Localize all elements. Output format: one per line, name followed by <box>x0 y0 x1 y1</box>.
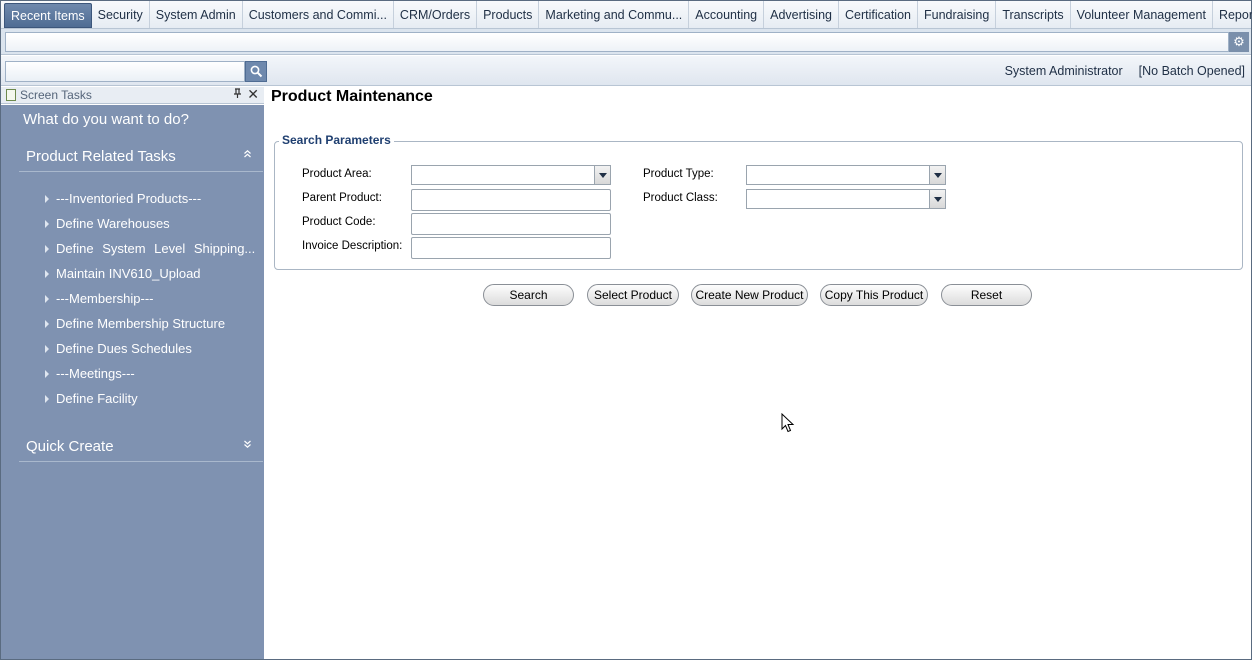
task-sidebar: What do you want to do? Product Related … <box>1 105 264 659</box>
tab-crm-orders[interactable]: CRM/Orders <box>394 1 478 28</box>
expand-arrow-icon <box>45 194 49 203</box>
document-icon <box>6 89 16 101</box>
expand-arrow-icon <box>45 244 49 253</box>
tab-fundraising[interactable]: Fundraising <box>918 1 997 28</box>
section-title: Product Related Tasks <box>26 148 176 165</box>
task-membership[interactable]: ---Membership--- <box>45 291 154 306</box>
task-define-dues-schedules[interactable]: Define Dues Schedules <box>45 341 192 356</box>
tab-reporting[interactable]: Reporting <box>1213 1 1252 28</box>
tab-products[interactable]: Products <box>477 1 540 28</box>
tab-security[interactable]: Security <box>92 1 150 28</box>
product-area-label: Product Area: <box>302 168 372 180</box>
toolbar: ⚙ <box>1 29 1251 55</box>
tab-certification[interactable]: Certification <box>839 1 918 28</box>
invoice-description-label: Invoice Description: <box>302 240 403 252</box>
product-class-label: Product Class: <box>643 192 718 204</box>
chevron-up-icon[interactable] <box>244 149 251 161</box>
batch-status[interactable]: [No Batch Opened] <box>1139 64 1245 78</box>
search-bar: System Administrator [No Batch Opened] <box>1 56 1251 86</box>
select-product-button[interactable]: Select Product <box>587 284 679 306</box>
product-code-label: Product Code: <box>302 216 376 228</box>
address-field[interactable] <box>5 32 1229 52</box>
reset-button[interactable]: Reset <box>941 284 1032 306</box>
search-icon[interactable] <box>245 61 267 82</box>
expand-arrow-icon <box>45 269 49 278</box>
user-info: System Administrator [No Batch Opened] <box>1005 64 1245 78</box>
screen-tasks-header: Screen Tasks ✕ <box>1 86 264 104</box>
expand-arrow-icon <box>45 369 49 378</box>
product-class-select[interactable] <box>746 189 946 209</box>
expand-arrow-icon <box>45 394 49 403</box>
task-meetings[interactable]: ---Meetings--- <box>45 366 135 381</box>
task-label: ---Inventoried Products--- <box>56 191 202 206</box>
user-name: System Administrator <box>1004 64 1123 78</box>
product-code-input[interactable] <box>411 213 611 235</box>
gear-icon[interactable]: ⚙ <box>1229 32 1249 52</box>
tab-customers[interactable]: Customers and Commi... <box>243 1 394 28</box>
copy-this-product-button[interactable]: Copy This Product <box>820 284 928 306</box>
task-label: ---Membership--- <box>56 291 154 306</box>
create-new-product-button[interactable]: Create New Product <box>691 284 808 306</box>
expand-arrow-icon <box>45 219 49 228</box>
expand-arrow-icon <box>45 319 49 328</box>
search-button[interactable]: Search <box>483 284 574 306</box>
sidebar-prompt: What do you want to do? <box>23 111 189 128</box>
task-label: Define Facility <box>56 391 138 406</box>
invoice-description-input[interactable] <box>411 237 611 259</box>
screen-tasks-title: Screen Tasks <box>20 88 92 102</box>
task-define-warehouses[interactable]: Define Warehouses <box>45 216 170 231</box>
task-label: ---Meetings--- <box>56 366 135 381</box>
product-type-label: Product Type: <box>643 168 714 180</box>
mouse-cursor-icon <box>781 413 795 433</box>
task-label: Define Warehouses <box>56 216 170 231</box>
page-title: Product Maintenance <box>271 88 433 105</box>
task-define-membership-structure[interactable]: Define Membership Structure <box>45 316 225 331</box>
task-inventoried-products[interactable]: ---Inventoried Products--- <box>45 191 201 206</box>
task-label: Define Dues Schedules <box>56 341 192 356</box>
task-define-facility[interactable]: Define Facility <box>45 391 138 406</box>
parent-product-label: Parent Product: <box>302 192 382 204</box>
section-quick-create[interactable]: Quick Create <box>19 430 263 462</box>
tab-recent-items[interactable]: Recent Items <box>4 3 92 28</box>
task-label: Define Membership Structure <box>56 316 226 331</box>
section-title: Quick Create <box>26 438 114 455</box>
parent-product-input[interactable] <box>411 189 611 211</box>
search-input[interactable] <box>5 61 245 82</box>
product-type-select[interactable] <box>746 165 946 185</box>
product-area-select[interactable] <box>411 165 611 185</box>
tab-advertising[interactable]: Advertising <box>764 1 839 28</box>
section-product-related-tasks[interactable]: Product Related Tasks <box>19 140 263 172</box>
close-icon[interactable]: ✕ <box>247 86 259 103</box>
dropdown-arrow-icon[interactable] <box>929 190 945 208</box>
chevron-down-icon[interactable] <box>244 440 251 451</box>
search-parameters-legend: Search Parameters <box>279 133 394 147</box>
task-label: Define System Level Shipping... <box>56 241 256 256</box>
tab-system-admin[interactable]: System Admin <box>150 1 243 28</box>
task-label: Maintain INV610_Upload <box>56 266 201 281</box>
main-tab-bar: Recent Items Security System Admin Custo… <box>1 1 1252 29</box>
tab-marketing[interactable]: Marketing and Commu... <box>539 1 690 28</box>
expand-arrow-icon <box>45 294 49 303</box>
tab-transcripts[interactable]: Transcripts <box>996 1 1071 28</box>
tab-accounting[interactable]: Accounting <box>689 1 765 28</box>
expand-arrow-icon <box>45 344 49 353</box>
pin-icon[interactable] <box>233 88 242 101</box>
dropdown-arrow-icon[interactable] <box>929 166 945 184</box>
tab-volunteer-management[interactable]: Volunteer Management <box>1071 1 1213 28</box>
task-maintain-inv610[interactable]: Maintain INV610_Upload <box>45 266 201 281</box>
task-define-shipping[interactable]: Define System Level Shipping... <box>45 241 255 256</box>
dropdown-arrow-icon[interactable] <box>594 166 610 184</box>
